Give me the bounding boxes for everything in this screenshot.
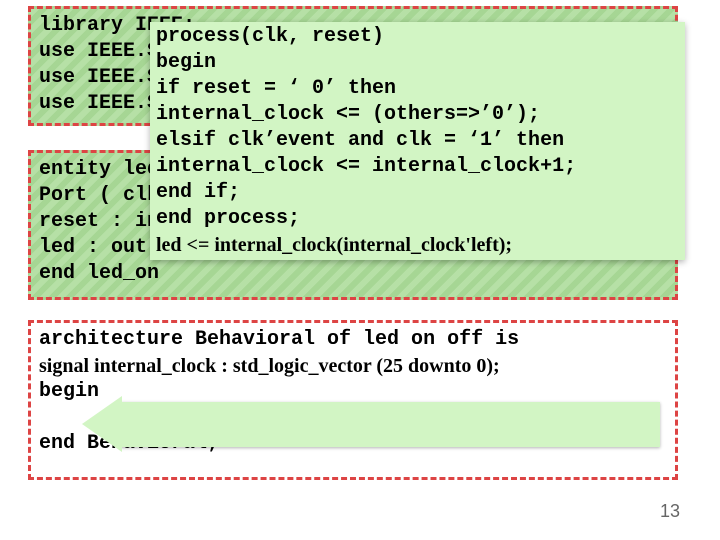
code-line: end process; bbox=[156, 206, 679, 232]
code-line: architecture Behavioral of led on off is bbox=[39, 327, 667, 353]
code-line: end led_on bbox=[39, 261, 667, 287]
arrow-shape bbox=[120, 402, 660, 447]
code-block-process-overlay: process(clk, reset) begin if reset = ‘ 0… bbox=[150, 22, 685, 260]
code-line: end if; bbox=[156, 180, 679, 206]
code-line: led <= internal_clock(internal_clock'lef… bbox=[156, 232, 679, 258]
code-line: signal internal_clock : std_logic_vector… bbox=[39, 353, 667, 379]
page-number: 13 bbox=[660, 501, 680, 522]
code-line: process(clk, reset) bbox=[156, 24, 679, 50]
code-line: elsif clk’event and clk = ‘1’ then bbox=[156, 128, 679, 154]
code-line: if reset = ‘ 0’ then bbox=[156, 76, 679, 102]
code-line: internal_clock <= (others=>’0’); bbox=[156, 102, 679, 128]
code-line: begin bbox=[156, 50, 679, 76]
code-block-architecture: architecture Behavioral of led on off is… bbox=[28, 320, 678, 480]
code-line: internal_clock <= internal_clock+1; bbox=[156, 154, 679, 180]
